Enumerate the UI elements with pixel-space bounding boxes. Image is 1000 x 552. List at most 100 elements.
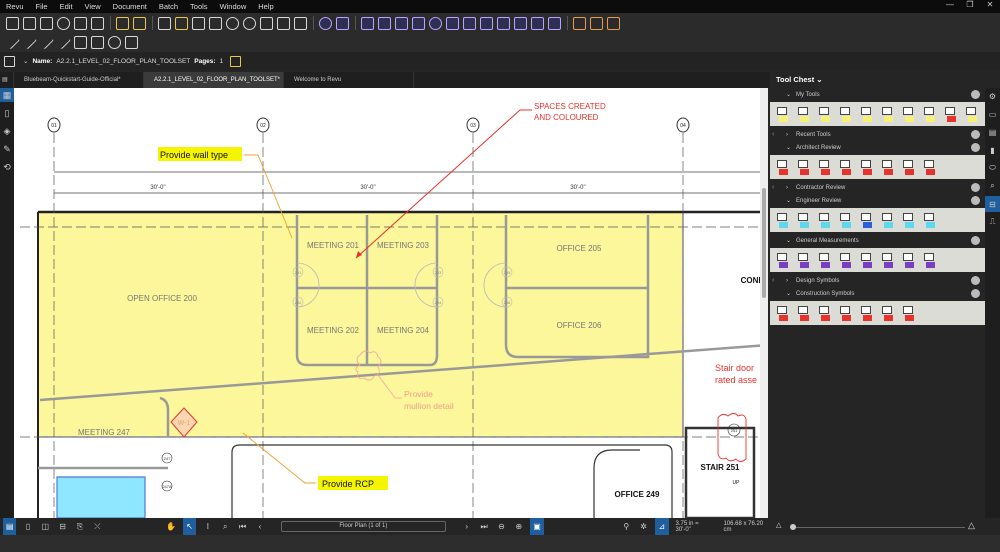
chevron-right-icon[interactable]: › <box>786 278 796 284</box>
check-tool-icon[interactable] <box>881 252 895 268</box>
section-engineer-review[interactable]: ⌄ Engineer Review <box>770 194 985 207</box>
search-icon[interactable]: ⌕ <box>985 178 1000 194</box>
select-text-icon[interactable]: I <box>202 521 213 533</box>
email-icon[interactable] <box>74 16 87 30</box>
cloud-tool-icon[interactable] <box>881 212 895 228</box>
cloud-callout-tool-icon[interactable] <box>776 212 790 228</box>
user-icon[interactable]: ⚲ <box>621 521 632 533</box>
volume-tool-icon[interactable] <box>839 252 853 268</box>
rectangle-tool-icon[interactable] <box>923 106 937 122</box>
line-icon[interactable] <box>5 34 20 50</box>
callout-stair-door[interactable]: Stair door <box>715 363 754 373</box>
volume-icon[interactable] <box>412 16 425 30</box>
page-setup-icon[interactable] <box>230 55 242 67</box>
callout-mullion[interactable]: Provide <box>404 389 433 399</box>
minimize-button[interactable]: — <box>940 0 960 13</box>
highlight-cyan-tool-icon[interactable] <box>818 212 832 228</box>
spaces-icon[interactable] <box>607 16 620 30</box>
ellipse-tool-icon[interactable] <box>902 106 916 122</box>
revision-cloud[interactable] <box>717 413 747 462</box>
fill-icon[interactable] <box>548 16 561 30</box>
polyline-tool-icon[interactable] <box>923 212 937 228</box>
sheets-icon[interactable]: ▤ <box>985 124 1000 140</box>
print-icon[interactable] <box>57 16 70 30</box>
length-tool-icon[interactable] <box>797 252 811 268</box>
compare-icon[interactable] <box>573 16 586 30</box>
dimension-tool-icon[interactable] <box>839 212 853 228</box>
collapse-left-icon[interactable]: ‹ <box>772 131 774 138</box>
vertical-scrollbar[interactable] <box>760 88 768 518</box>
count-icon[interactable] <box>463 16 476 30</box>
bookmarks-icon[interactable]: ▮ <box>985 142 1000 158</box>
perimeter-tool-icon[interactable] <box>818 252 832 268</box>
chevron-down-icon[interactable]: ⌄ <box>786 197 796 204</box>
signatures-icon[interactable]: ✎ <box>0 142 14 156</box>
next-page-icon[interactable]: › <box>461 521 472 533</box>
arc-icon[interactable] <box>39 34 54 50</box>
cloud-callout-tool-icon[interactable] <box>776 159 790 175</box>
snapshot-icon[interactable] <box>277 16 290 30</box>
text-box-tool-icon[interactable] <box>797 212 811 228</box>
chevron-down-icon[interactable]: ⌄ <box>816 75 822 84</box>
dimension-tool-icon[interactable] <box>923 159 937 175</box>
arrow-icon[interactable] <box>22 34 37 50</box>
valve-tool-icon[interactable] <box>881 305 895 321</box>
stamp-blue-tool-icon[interactable] <box>860 212 874 228</box>
links-icon[interactable]: ⟲ <box>0 160 14 174</box>
section-settings-icon[interactable] <box>971 276 980 285</box>
polygon-icon[interactable] <box>125 35 138 49</box>
bookmarks-icon[interactable]: ▯ <box>0 106 14 120</box>
menu-tools[interactable]: Tools <box>190 2 208 11</box>
page-view-icon[interactable]: ▣ <box>530 518 544 535</box>
stamp-icon[interactable] <box>260 16 273 30</box>
angle-tool-icon[interactable] <box>902 252 916 268</box>
text-box-tool-icon[interactable] <box>797 159 811 175</box>
chevron-right-icon[interactable]: › <box>786 185 796 191</box>
zoom-in-icon[interactable]: △ <box>968 520 975 531</box>
select-icon[interactable]: ↖ <box>183 518 197 535</box>
snap-icon[interactable]: ⊿ <box>655 518 669 535</box>
bowtie-tool-icon[interactable] <box>860 305 874 321</box>
section-settings-icon[interactable] <box>971 196 980 205</box>
cloud-plus-icon[interactable] <box>243 16 256 30</box>
door-tool-icon[interactable] <box>776 305 790 321</box>
menu-document[interactable]: Document <box>113 2 147 11</box>
panel-tool-icon[interactable] <box>839 305 853 321</box>
split-horizontal-icon[interactable]: ⊟ <box>57 521 68 533</box>
drawing-canvas[interactable]: 30'-0" 30'-0" 30'-0" 01 02 03 04 OPEN OF… <box>14 88 768 518</box>
text-box-tool-icon[interactable] <box>797 106 811 122</box>
blue-space[interactable] <box>56 476 146 518</box>
menu-file[interactable]: File <box>36 2 48 11</box>
stamp-red-tool-icon[interactable] <box>860 159 874 175</box>
polygon-icon[interactable] <box>514 16 527 30</box>
collapse-left-icon[interactable]: ‹ <box>772 184 774 191</box>
section-settings-icon[interactable] <box>971 143 980 152</box>
measurements-icon[interactable]: ⎍ <box>985 214 1000 230</box>
sprinkler-tool-icon[interactable] <box>797 305 811 321</box>
import-icon[interactable] <box>116 16 129 30</box>
cloud-tool-icon[interactable] <box>881 106 895 122</box>
length-icon[interactable] <box>361 16 374 30</box>
split-vertical-icon[interactable]: ◫ <box>40 521 51 533</box>
section-settings-icon[interactable] <box>971 289 980 298</box>
restore-button[interactable]: ❐ <box>960 0 980 13</box>
overlay-icon[interactable] <box>590 16 603 30</box>
menu-view[interactable]: View <box>85 2 101 11</box>
callout-spaces[interactable]: SPACES CREATED <box>534 102 606 111</box>
rotate-icon[interactable] <box>319 16 332 30</box>
split-view-icon[interactable] <box>91 16 104 30</box>
diameter-icon[interactable] <box>429 16 442 30</box>
hourglass-tool-icon[interactable] <box>818 305 832 321</box>
crop-icon[interactable] <box>294 16 307 30</box>
fill-red-tool-icon[interactable] <box>944 106 958 122</box>
single-page-icon[interactable]: ▯ <box>22 521 33 533</box>
ellipse-icon[interactable] <box>108 35 121 49</box>
pan-icon[interactable]: ✋ <box>166 521 177 533</box>
menu-batch[interactable]: Batch <box>159 2 178 11</box>
cloud-tool-icon[interactable] <box>881 159 895 175</box>
tab-welcome[interactable]: Welcome to Revu <box>284 72 414 88</box>
sync-icon[interactable]: ⎘ <box>74 521 85 533</box>
forward-icon[interactable]: ⊕ <box>513 521 524 533</box>
scale-readout[interactable]: 3.75 in = 30'-0" <box>676 521 714 533</box>
thumbnails-icon[interactable]: ▦ <box>0 88 14 102</box>
